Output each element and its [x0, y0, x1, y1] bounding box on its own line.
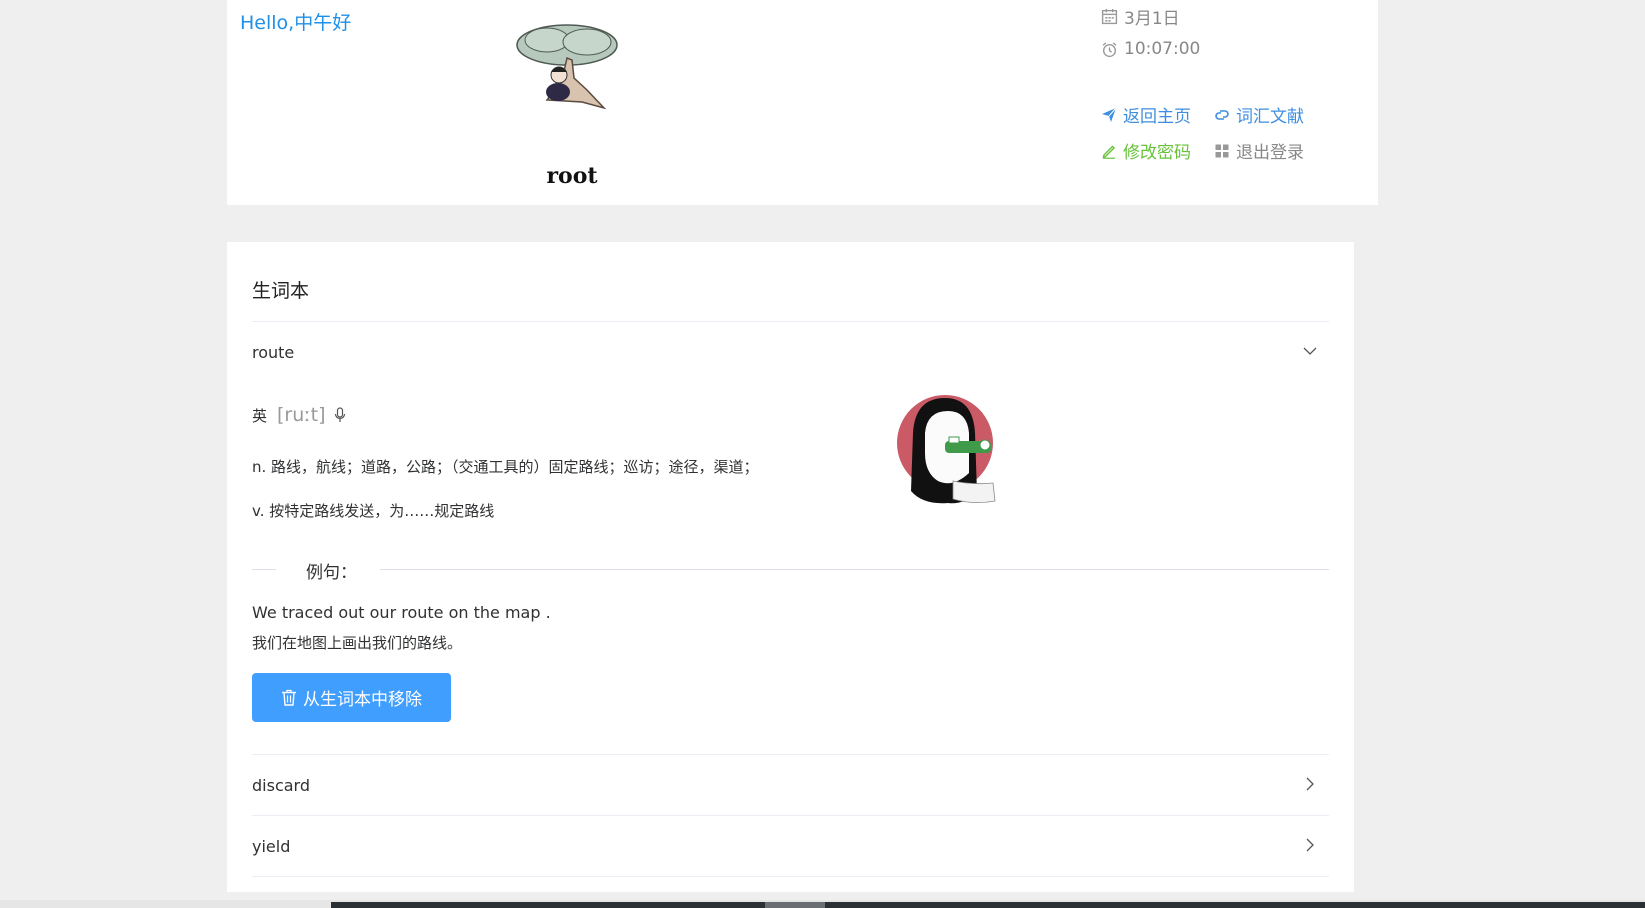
girl-illustration-image: [897, 395, 996, 504]
collapse-header-route[interactable]: route: [252, 322, 1329, 382]
divider-right: [380, 569, 1329, 570]
time-display: 10:07:00: [1101, 39, 1200, 59]
collapse-header-discard[interactable]: discard: [252, 755, 1329, 815]
chevron-right-icon[interactable]: [1303, 838, 1317, 852]
literature-link-label: 词汇文献: [1236, 107, 1304, 127]
literature-link[interactable]: 词汇文献: [1214, 102, 1304, 127]
example-label: 例句：: [302, 558, 361, 583]
horizontal-scrollbar[interactable]: [0, 900, 1645, 908]
calendar-icon: [1101, 9, 1118, 25]
scrollbar-track[interactable]: [331, 902, 1645, 908]
date-display: 3月1日: [1101, 4, 1180, 29]
collapse-item-yield: yield: [252, 815, 1329, 877]
phonetic-text: [ruːt]: [277, 404, 326, 426]
accent-label: 英: [252, 406, 268, 425]
chevron-right-icon[interactable]: [1303, 777, 1317, 791]
remove-button-label: 从生词本中移除: [303, 690, 422, 710]
header-panel: Hello,中午好 root 3月1日 10:07:00 返回主页 词汇文献 修…: [227, 0, 1378, 205]
word-label: yield: [252, 836, 291, 856]
logout-label: 退出登录: [1236, 143, 1304, 163]
chevron-down-icon[interactable]: [1303, 344, 1317, 358]
username-label: root: [546, 163, 598, 189]
link-chain-icon: [1215, 109, 1229, 120]
time-text: 10:07:00: [1124, 39, 1201, 59]
phonetic-row: 英 [ruːt]: [252, 404, 346, 426]
change-password-link[interactable]: 修改密码: [1101, 138, 1191, 163]
collapse-header-yield[interactable]: yield: [252, 816, 1329, 876]
example-sentence-zh: 我们在地图上画出我们的路线。: [252, 634, 463, 652]
home-link-label: 返回主页: [1123, 107, 1191, 127]
paper-plane-icon: [1102, 107, 1117, 122]
alarm-clock-icon: [1102, 41, 1117, 57]
edit-pen-icon: [1102, 145, 1115, 159]
card-title: 生词本: [252, 280, 310, 302]
example-sentence-en: We traced out our route on the map .: [252, 603, 551, 622]
tree-avatar-image: [516, 24, 618, 110]
word-label: discard: [252, 775, 310, 795]
remove-from-vocab-button[interactable]: 从生词本中移除: [252, 673, 451, 722]
greeting-text: Hello,中午好: [240, 12, 352, 34]
home-link[interactable]: 返回主页: [1101, 102, 1191, 127]
word-label: route: [252, 342, 295, 362]
microphone-icon[interactable]: [334, 407, 346, 423]
definition-verb: v. 按特定路线发送，为……规定路线: [252, 502, 495, 520]
change-password-label: 修改密码: [1123, 143, 1191, 163]
divider-left: [252, 569, 276, 570]
grid-icon: [1215, 144, 1229, 157]
definition-noun: n. 路线，航线；道路，公路；（交通工具的）固定路线；巡访；途径，渠道；: [252, 458, 759, 476]
collapse-item-discard: discard: [252, 754, 1329, 815]
trash-icon: [282, 689, 296, 706]
collapse-item-route: route: [252, 321, 1329, 382]
logout-link[interactable]: 退出登录: [1214, 138, 1304, 163]
scrollbar-thumb[interactable]: [765, 902, 825, 908]
date-text: 3月1日: [1124, 9, 1180, 29]
